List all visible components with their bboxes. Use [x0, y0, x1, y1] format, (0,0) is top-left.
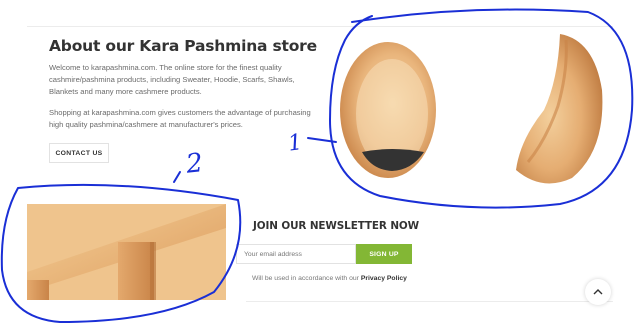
- privacy-note-text: Will be used in accordance with our: [252, 275, 359, 282]
- section-divider-bottom: [246, 301, 613, 302]
- table-leg-right: [118, 242, 154, 300]
- wooden-table-image: [0, 180, 246, 326]
- about-paragraph-2: Shopping at karapashmina.com gives custo…: [49, 108, 311, 129]
- about-paragraph-1: Welcome to karapashmina.com. The online …: [49, 63, 295, 96]
- table-leg-right-shadow: [150, 242, 156, 300]
- contact-us-button[interactable]: CONTACT US: [49, 143, 109, 163]
- newsletter-section: JOIN OUR NEWSLETTER NOW SIGN UP: [236, 220, 436, 264]
- annotation-label-2: 2: [184, 148, 205, 180]
- newsletter-title: JOIN OUR NEWSLETTER NOW: [252, 220, 420, 232]
- hanging-chair-image: [332, 10, 628, 208]
- table-leg-left: [27, 280, 49, 300]
- annotation-label-1: 1: [287, 130, 304, 157]
- about-section: About our Kara Pashmina store Welcome to…: [49, 36, 319, 131]
- email-input[interactable]: [236, 244, 356, 264]
- scroll-to-top-button[interactable]: [585, 279, 611, 305]
- privacy-policy-link[interactable]: Privacy Policy: [361, 275, 407, 282]
- about-title: About our Kara Pashmina store: [49, 37, 317, 55]
- chevron-up-icon: [593, 289, 603, 295]
- sign-up-button[interactable]: SIGN UP: [356, 244, 412, 264]
- privacy-note: Will be used in accordance with our Priv…: [252, 275, 407, 282]
